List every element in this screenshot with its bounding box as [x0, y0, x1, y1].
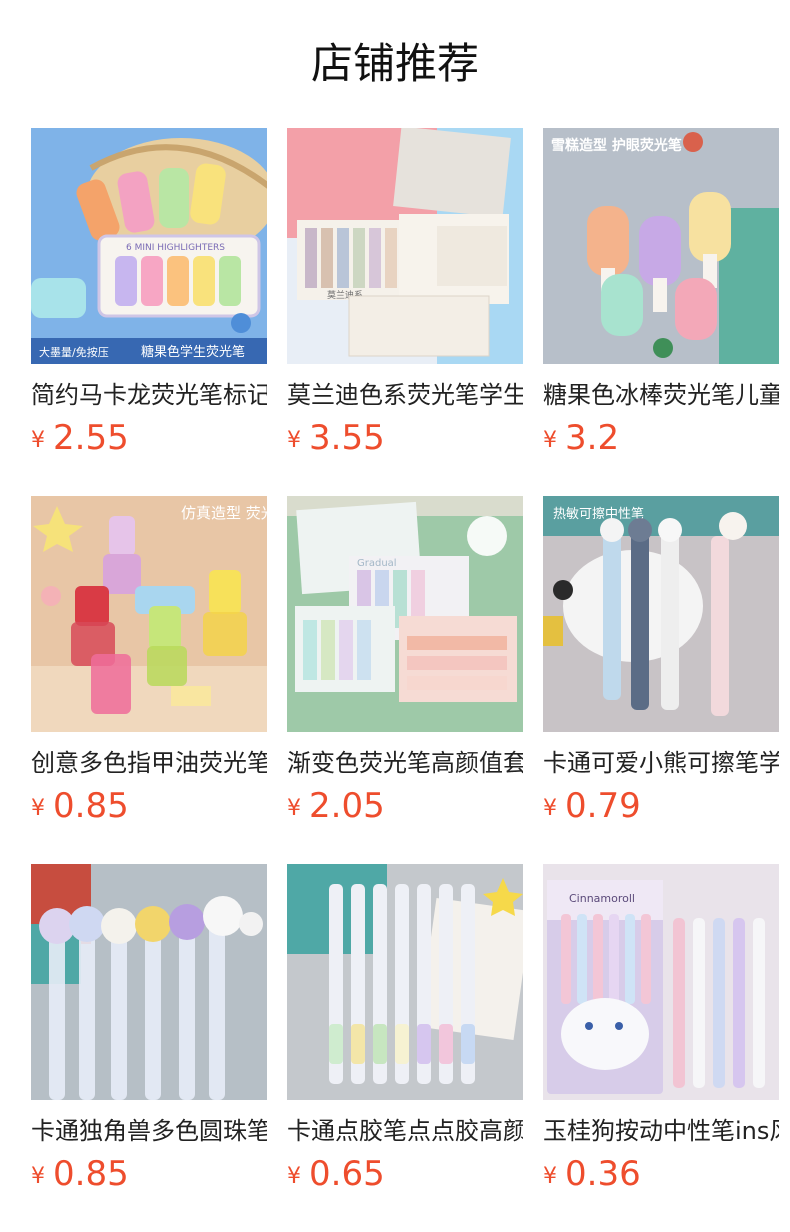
product-image[interactable]: 仿真造型 荧光笔 [31, 496, 267, 732]
product-name[interactable]: 简约马卡龙荧光笔标记笔 [31, 378, 267, 412]
product-image[interactable]: Cinnamoroll [543, 864, 779, 1100]
product-image[interactable]: 6 MINI HIGHLIGHTERS 大墨量/免按压 糖果色学生荧光笔 [31, 128, 267, 364]
product-card[interactable]: Cinnamoroll 玉桂狗按动中性笔ins风 ¥ 0.36 [543, 864, 779, 1232]
product-card[interactable]: 仿真造型 荧光笔 创意多色指甲油荧光笔 ¥0.85 [31, 496, 267, 864]
price-value: 0.65 [309, 1154, 385, 1194]
product-image[interactable]: 莫兰迪系 [287, 128, 523, 364]
product-card[interactable]: 6 MINI HIGHLIGHTERS 大墨量/免按压 糖果色学生荧光笔 简约马… [31, 128, 267, 496]
price-value: 3.55 [309, 418, 385, 458]
product-price: ¥0.65 [287, 1152, 385, 1196]
product-card[interactable]: 莫兰迪系 莫兰迪色系荧光笔学生用 ¥3.55 [287, 128, 523, 496]
product-image[interactable] [31, 864, 267, 1100]
product-price: ¥2.05 [287, 784, 385, 828]
product-card[interactable]: 卡通独角兽多色圆珠笔 ¥0.85 [31, 864, 267, 1232]
product-image[interactable]: Gradual [287, 496, 523, 732]
box-label: Gradual [357, 558, 397, 569]
currency-symbol: ¥ [287, 428, 301, 453]
section-title: 店铺推荐 [310, 39, 479, 88]
product-grid: 6 MINI HIGHLIGHTERS 大墨量/免按压 糖果色学生荧光笔 简约马… [31, 128, 790, 1232]
product-card[interactable]: Gradual 渐变色荧光笔高颜值套装 ¥2.05 [287, 496, 523, 864]
box-label: Cinnamoroll [569, 892, 635, 905]
price-value: 0.85 [53, 786, 129, 826]
product-image[interactable]: 热敏可擦中性笔 [543, 496, 779, 732]
currency-symbol: ¥ [543, 1164, 557, 1189]
recommend-page: 店铺推荐 6 MINI HIGHLIGHTERS 大墨量/免按压 糖果色学生荧光… [0, 0, 790, 1232]
currency-symbol: ¥ [31, 428, 45, 453]
product-image[interactable]: 雪糕造型 护眼荧光笔 [543, 128, 779, 364]
currency-symbol: ¥ [31, 1164, 45, 1189]
product-card[interactable]: 雪糕造型 护眼荧光笔 糖果色冰棒荧光笔儿童 ¥3.2 [543, 128, 779, 496]
image-badge-left: 大墨量/免按压 [39, 345, 109, 359]
price-value: 2.05 [309, 786, 385, 826]
price-value: 0.79 [565, 786, 641, 826]
product-name[interactable]: 卡通可爱小熊可擦笔学生 [543, 746, 779, 780]
product-name[interactable]: 卡通点胶笔点点胶高颜值 [287, 1114, 523, 1148]
product-image[interactable] [287, 864, 523, 1100]
product-name[interactable]: 莫兰迪色系荧光笔学生用 [287, 378, 523, 412]
product-price: ¥0.36 [543, 1152, 641, 1196]
product-price: ¥3.55 [287, 416, 385, 460]
image-badge: 热敏可擦中性笔 [553, 506, 644, 522]
price-value: 2.55 [53, 418, 129, 458]
currency-symbol: ¥ [543, 796, 557, 821]
price-value: 0.85 [53, 1154, 129, 1194]
currency-symbol: ¥ [543, 428, 557, 453]
product-price: ¥2.55 [31, 416, 129, 460]
product-name[interactable]: 渐变色荧光笔高颜值套装 [287, 746, 523, 780]
image-badge: 仿真造型 荧光笔 [181, 504, 267, 522]
product-name[interactable]: 卡通独角兽多色圆珠笔 [31, 1114, 267, 1148]
product-card[interactable]: 卡通点胶笔点点胶高颜值 ¥0.65 [287, 864, 523, 1232]
box-label: 6 MINI HIGHLIGHTERS [126, 243, 225, 253]
product-card[interactable]: 热敏可擦中性笔 卡通可爱小熊可擦笔学生 ¥0.79 [543, 496, 779, 864]
product-price: ¥0.85 [31, 784, 129, 828]
image-badge-right: 糖果色学生荧光笔 [141, 344, 245, 360]
product-price: ¥0.85 [31, 1152, 129, 1196]
product-name[interactable]: 糖果色冰棒荧光笔儿童 [543, 378, 779, 412]
image-badge: 雪糕造型 护眼荧光笔 [551, 137, 682, 154]
product-price: ¥0.79 [543, 784, 641, 828]
product-name[interactable]: 玉桂狗按动中性笔ins风 [543, 1114, 779, 1148]
product-name[interactable]: 创意多色指甲油荧光笔 [31, 746, 267, 780]
product-price: ¥3.2 [543, 416, 619, 460]
currency-symbol: ¥ [287, 796, 301, 821]
price-value: 3.2 [565, 418, 620, 458]
currency-symbol: ¥ [31, 796, 45, 821]
price-value: 0.36 [565, 1154, 641, 1194]
currency-symbol: ¥ [287, 1164, 301, 1189]
